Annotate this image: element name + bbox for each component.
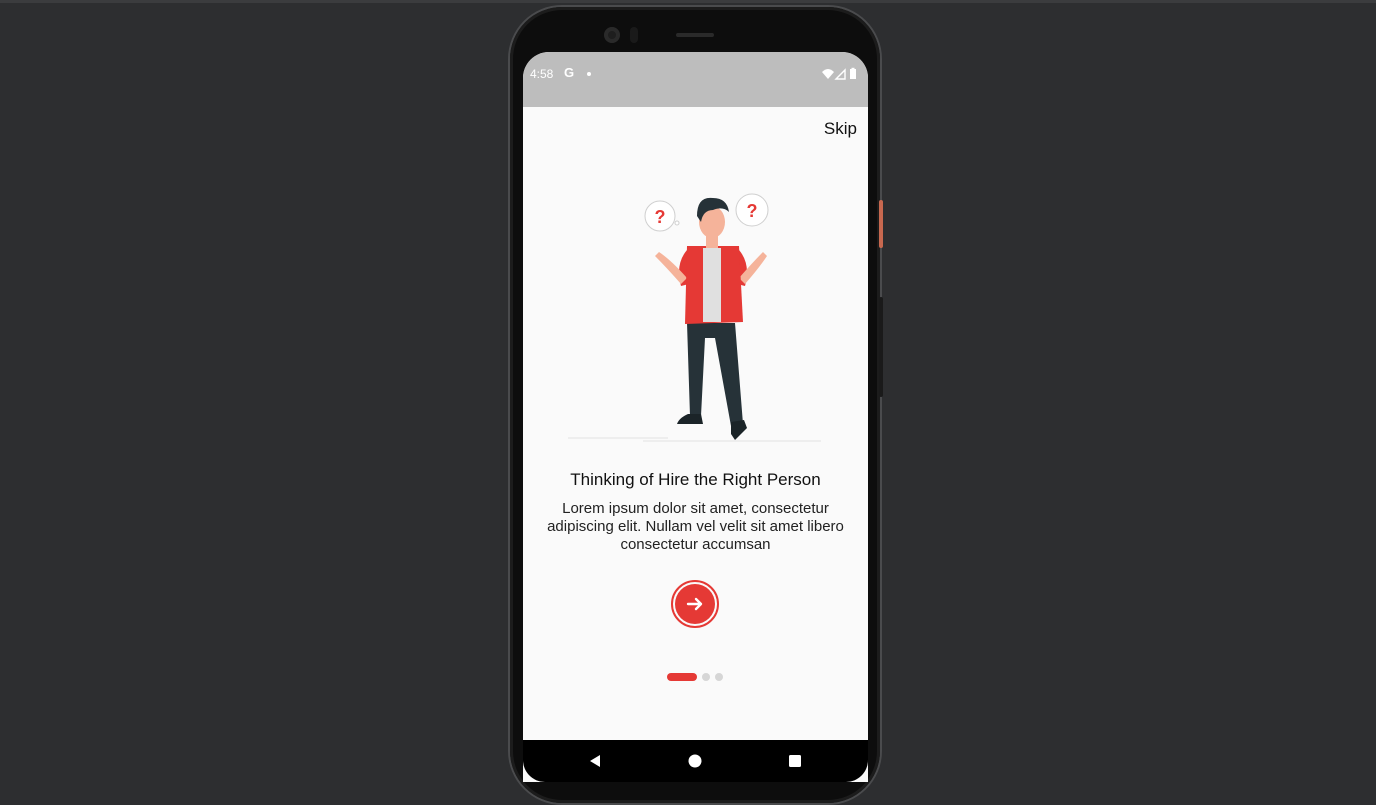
home-icon[interactable] [687, 753, 703, 769]
page-dot-active[interactable] [667, 673, 697, 681]
onboarding-description: Lorem ipsum dolor sit amet, consectetur … [547, 500, 844, 553]
top-divider [0, 0, 1376, 3]
next-button-fill [675, 584, 715, 624]
earpiece-speaker [676, 33, 714, 37]
google-icon: G [564, 65, 575, 80]
skip-button[interactable]: Skip [824, 119, 857, 139]
sensor [630, 27, 638, 43]
power-button[interactable] [879, 200, 883, 248]
svg-text:?: ? [747, 201, 758, 221]
arrow-right-icon [686, 597, 703, 611]
next-button[interactable] [671, 580, 719, 628]
front-camera [604, 27, 620, 43]
notification-dot-icon [587, 72, 591, 76]
wifi-icon [822, 69, 834, 79]
status-time: 4:58 [530, 67, 554, 81]
svg-text:?: ? [655, 207, 666, 227]
battery-icon [850, 67, 856, 79]
back-icon[interactable] [587, 753, 603, 769]
status-icons [822, 67, 856, 80]
signal-icon [834, 68, 846, 80]
question-bubble-left: ? [644, 200, 680, 232]
page-dot[interactable] [715, 673, 723, 681]
navigation-bar [523, 740, 868, 782]
page-dot[interactable] [702, 673, 710, 681]
phone-screen: 4:58 G Skip ? ? Thinking of Hire the Rig… [523, 52, 868, 782]
onboarding-title: Thinking of Hire the Right Person [570, 470, 821, 489]
confused-person-illustration: ? ? [568, 193, 821, 442]
question-bubble-right: ? [735, 193, 769, 227]
recents-icon[interactable] [787, 753, 803, 769]
volume-button[interactable] [879, 297, 883, 397]
status-bar: 4:58 G [523, 52, 868, 107]
page-indicator [667, 673, 727, 681]
